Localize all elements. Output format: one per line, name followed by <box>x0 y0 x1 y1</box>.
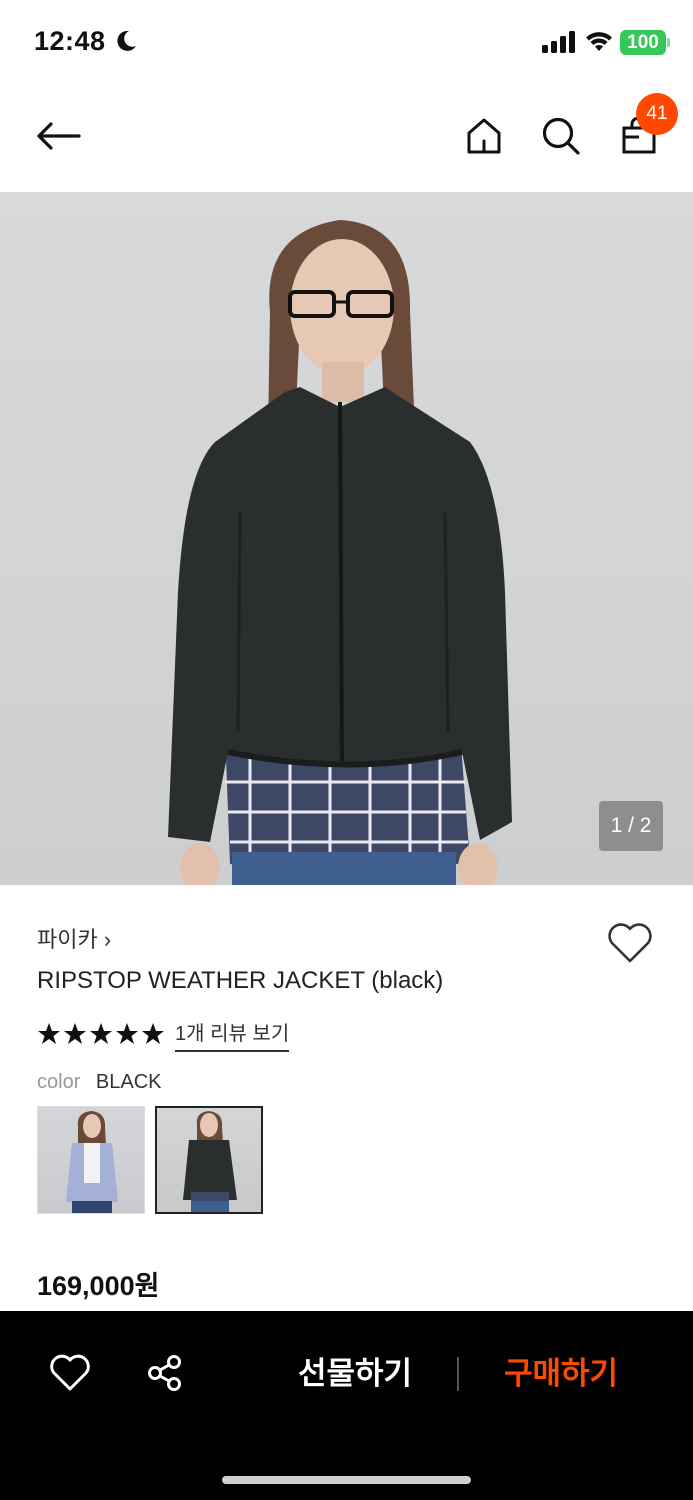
bottom-action-bar: 선물하기 구매하기 <box>0 1311 693 1500</box>
heart-icon <box>50 1354 90 1391</box>
product-image[interactable] <box>0 192 693 885</box>
product-price: 169,000원 <box>37 1271 160 1301</box>
star-icon <box>90 1023 112 1044</box>
star-icon <box>116 1023 138 1044</box>
model-photo <box>168 220 512 885</box>
brand-link[interactable]: 파이카 › <box>37 922 111 954</box>
wishlist-button[interactable] <box>607 922 653 969</box>
buy-button[interactable]: 구매하기 <box>494 1353 628 1395</box>
back-arrow-icon <box>37 122 81 150</box>
review-link[interactable]: 1개 리뷰 보기 <box>175 1017 290 1052</box>
search-icon <box>542 117 580 155</box>
signal-icon <box>542 31 575 53</box>
back-button[interactable] <box>34 112 82 160</box>
like-button[interactable] <box>49 1353 91 1398</box>
home-indicator <box>222 1476 471 1484</box>
home-button[interactable] <box>460 112 508 160</box>
star-icon <box>38 1023 60 1044</box>
home-icon <box>467 118 501 154</box>
rating-row: 1개 리뷰 보기 <box>37 1017 290 1052</box>
swatch-photo <box>183 1111 237 1212</box>
product-name: RIPSTOP WEATHER JACKET (black) <box>37 967 444 994</box>
battery-indicator: 100 <box>620 30 666 55</box>
top-nav <box>0 84 693 192</box>
battery-tip <box>667 38 670 47</box>
gift-button[interactable]: 선물하기 <box>290 1353 420 1395</box>
share-icon <box>148 1355 181 1391</box>
color-swatch-blue[interactable] <box>37 1106 145 1214</box>
moon-icon <box>117 30 136 51</box>
color-value: BLACK <box>95 1071 162 1093</box>
divider <box>457 1357 459 1391</box>
heart-icon <box>608 923 652 963</box>
wifi-icon <box>586 32 612 51</box>
search-button[interactable] <box>537 112 585 160</box>
image-counter: 1 / 2 <box>599 801 663 851</box>
color-swatch-black[interactable] <box>155 1106 263 1214</box>
star-icon <box>142 1023 164 1044</box>
status-time: 12:48 <box>34 26 106 56</box>
share-button[interactable] <box>145 1353 185 1398</box>
rating-stars <box>37 1022 165 1046</box>
cart-count-badge: 41 <box>636 93 678 135</box>
color-label: color <box>37 1071 81 1093</box>
color-row: color BLACK <box>37 1071 162 1094</box>
status-bar: 12:48 100 <box>0 0 693 84</box>
star-icon <box>64 1023 86 1044</box>
swatch-photo <box>66 1111 118 1213</box>
